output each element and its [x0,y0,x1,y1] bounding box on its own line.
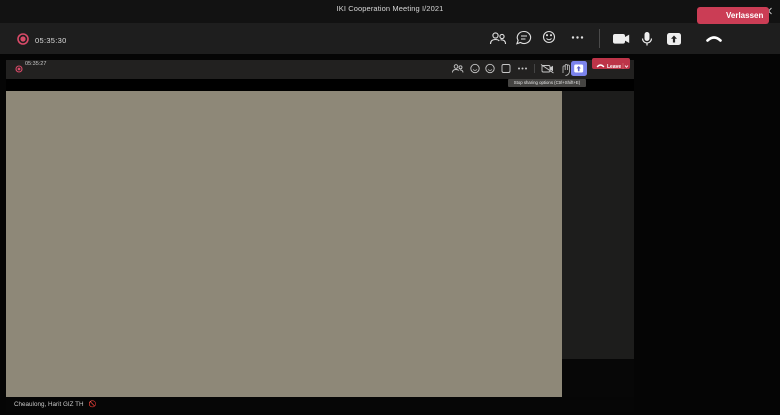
svg-text:Leave: Leave [607,64,621,70]
